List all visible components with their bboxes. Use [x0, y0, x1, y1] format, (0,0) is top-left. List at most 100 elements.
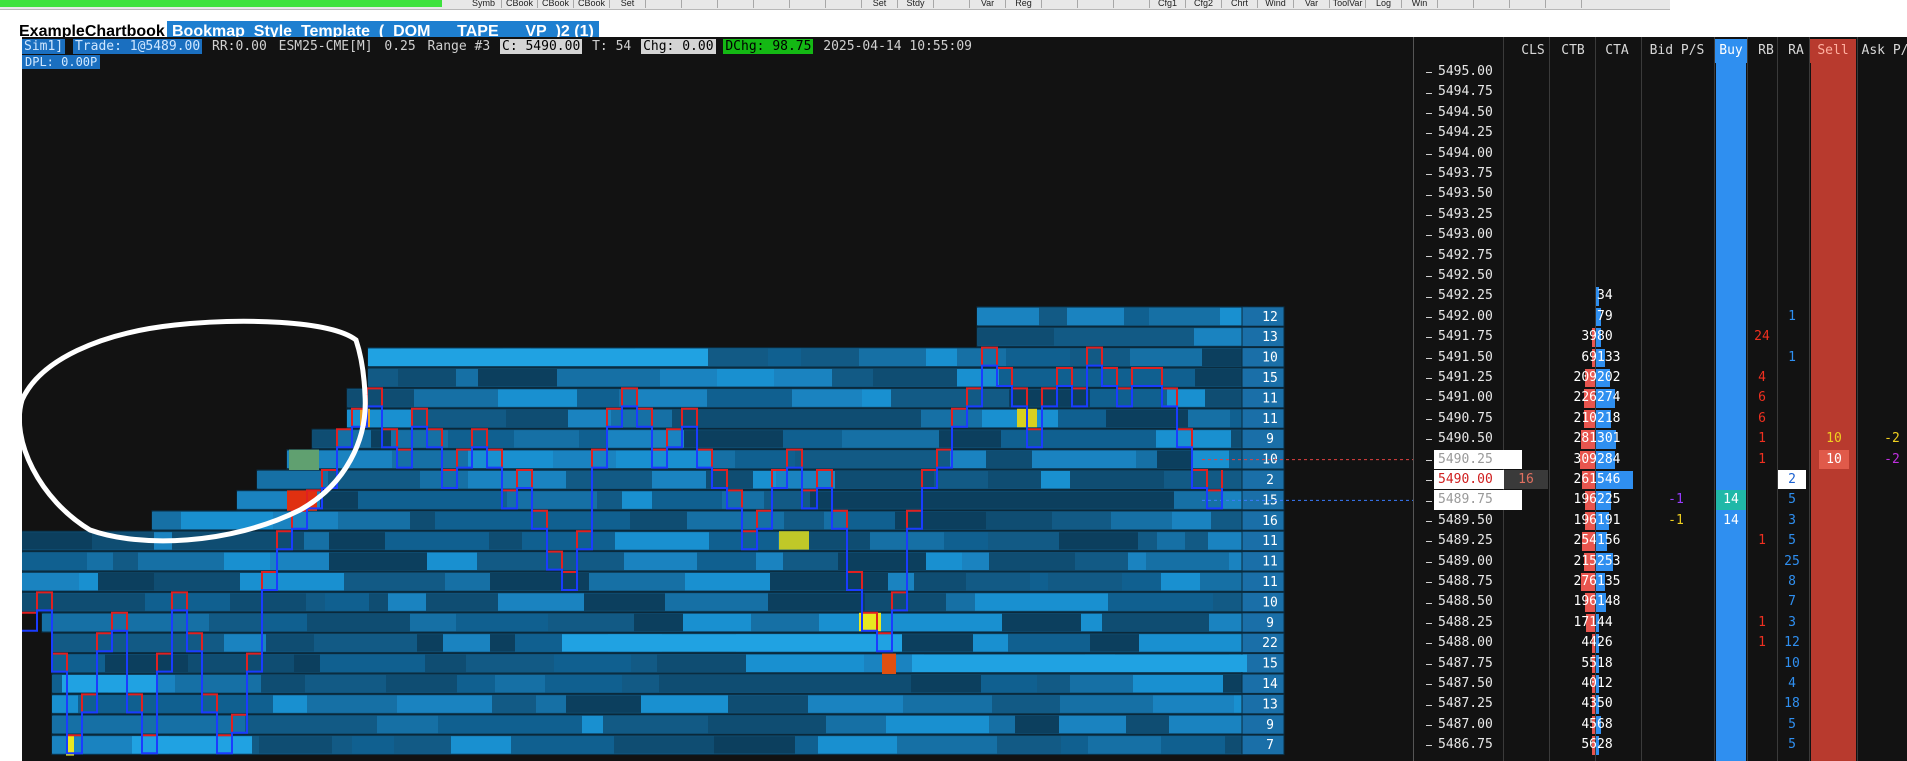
- toolbar-button-6[interactable]: [682, 0, 718, 8]
- ladder-price-cell[interactable]: 5493.75: [1434, 164, 1522, 183]
- header-rb[interactable]: RB: [1749, 39, 1783, 63]
- ladder-price-cell[interactable]: 5494.50: [1434, 103, 1522, 122]
- heatmap-cell: [209, 613, 261, 632]
- ladder-price-cell[interactable]: 5493.50: [1434, 184, 1522, 203]
- toolbar-button-3[interactable]: CBook: [574, 0, 610, 8]
- toolbar-button-28[interactable]: [1474, 0, 1510, 8]
- toolbar-button-16[interactable]: [1042, 0, 1078, 8]
- toolbar-button-17[interactable]: [1078, 0, 1114, 8]
- ladder-price-cell[interactable]: 5488.50: [1434, 592, 1522, 611]
- cta-value: 284: [1597, 451, 1621, 467]
- header-ctb[interactable]: CTB: [1553, 39, 1593, 63]
- toolbar-button-30[interactable]: [1546, 0, 1582, 8]
- ladder-price-cell[interactable]: 5488.75: [1434, 572, 1522, 591]
- toolbar-button-15[interactable]: Reg: [1006, 0, 1042, 8]
- header-ask-ps[interactable]: Ask P/: [1857, 39, 1907, 63]
- ladder-price-cell[interactable]: 5487.75: [1434, 654, 1522, 673]
- heatmap-cell: [456, 369, 478, 387]
- ladder-price-cell[interactable]: 5491.75: [1434, 327, 1522, 346]
- heatmap-cell: [1194, 328, 1247, 346]
- header-ra[interactable]: RA: [1779, 39, 1813, 63]
- ladder-price-cell[interactable]: 5488.00: [1434, 633, 1522, 652]
- ladder-price-cell[interactable]: 5492.25: [1434, 286, 1522, 305]
- toolbar-button-4[interactable]: Set: [610, 0, 646, 8]
- toolbar-button-22[interactable]: Wind: [1258, 0, 1294, 8]
- ladder-price-cell[interactable]: 5490.75: [1434, 409, 1522, 428]
- heatmap-cell: [259, 736, 332, 754]
- toolbar-button-5[interactable]: [646, 0, 682, 8]
- chart-info-bar: Sim1] Trade: 1@5489.00 RR:0.00 ESM25-CME…: [22, 39, 974, 54]
- toolbar-button-14[interactable]: Var: [970, 0, 1006, 8]
- level-label-box: [1241, 469, 1285, 490]
- toolbar-button-9[interactable]: [790, 0, 826, 8]
- ladder-price-cell[interactable]: 5493.00: [1434, 225, 1522, 244]
- sim-account-label: Sim1]: [22, 39, 66, 54]
- toolbar-button-8[interactable]: [754, 0, 790, 8]
- price-ladder[interactable]: CLS CTB CTA Bid P/S Buy RB RA Sell Ask P/5495.00…: [1413, 37, 1907, 761]
- toolbar-button-24[interactable]: ToolVar: [1330, 0, 1366, 8]
- ladder-price-cell[interactable]: 5489.50: [1434, 511, 1522, 530]
- ladder-price-cell[interactable]: 5492.75: [1434, 246, 1522, 265]
- toolbar-button-23[interactable]: Var: [1294, 0, 1330, 8]
- heatmap-cell: [410, 511, 435, 530]
- hotspot-green: [289, 449, 319, 470]
- ladder-price-cell[interactable]: 5494.00: [1434, 144, 1522, 163]
- toolbar-button-27[interactable]: [1438, 0, 1474, 8]
- heatmap-cell: [231, 532, 304, 550]
- ladder-price-cell[interactable]: 5487.00: [1434, 715, 1522, 734]
- toolbar-button-26[interactable]: Win: [1402, 0, 1438, 8]
- toolbar-button-18[interactable]: [1114, 0, 1150, 8]
- ladder-price-cell[interactable]: 5493.25: [1434, 205, 1522, 224]
- toolbar-button-7[interactable]: [718, 0, 754, 8]
- toolbar-button-19[interactable]: Cfg1: [1150, 0, 1186, 8]
- ra-value: 5: [1788, 492, 1796, 508]
- header-cls[interactable]: CLS: [1513, 39, 1553, 63]
- toolbar-button-0[interactable]: Symb: [466, 0, 502, 8]
- ladder-price-cell[interactable]: 5489.25: [1434, 531, 1522, 550]
- ra-value: 3: [1788, 614, 1796, 630]
- ladder-price-cell[interactable]: 5491.50: [1434, 348, 1522, 367]
- ladder-price-cell[interactable]: 5487.50: [1434, 674, 1522, 693]
- toolbar-button-2[interactable]: CBook: [538, 0, 574, 8]
- toolbar-button-11[interactable]: Set: [862, 0, 898, 8]
- ladder-price-cell[interactable]: 5487.25: [1434, 694, 1522, 713]
- heatmap-cell: [325, 593, 369, 611]
- ladder-price-cell[interactable]: 5492.50: [1434, 266, 1522, 285]
- price-tick-mark: [1426, 235, 1432, 237]
- heatmap-cell: [1058, 409, 1106, 428]
- heatmap-cell: [910, 491, 999, 509]
- toolbar-button-20[interactable]: Cfg2: [1186, 0, 1222, 8]
- toolbar-button-13[interactable]: [934, 0, 970, 8]
- toolbar-button-10[interactable]: [826, 0, 862, 8]
- toolbar-button-25[interactable]: Log: [1366, 0, 1402, 8]
- ladder-price-cell[interactable]: 5488.25: [1434, 613, 1522, 632]
- heatmap-cell: [498, 593, 538, 611]
- header-buy[interactable]: Buy: [1715, 39, 1747, 63]
- ladder-price-cell[interactable]: 5490.50: [1434, 429, 1522, 448]
- liquidity-band: [562, 634, 902, 652]
- ladder-price-cell[interactable]: 5494.75: [1434, 82, 1522, 101]
- ladder-price-cell[interactable]: 5489.75: [1434, 490, 1522, 510]
- heatmap-cell: [188, 654, 294, 672]
- ra-value: 8: [1788, 574, 1796, 589]
- ladder-price-cell[interactable]: 5491.25: [1434, 368, 1522, 387]
- toolbar-button-12[interactable]: Stdy: [898, 0, 934, 8]
- ladder-price-cell[interactable]: 5490.25: [1434, 449, 1522, 469]
- heatmap-cell: [175, 675, 261, 693]
- header-cta[interactable]: CTA: [1597, 39, 1637, 63]
- heatmap-chart-canvas[interactable]: 121310151111910215161111111092215141397: [22, 37, 1413, 761]
- cta-value: 301: [1597, 431, 1621, 447]
- header-bid-ps[interactable]: Bid P/S: [1641, 39, 1713, 63]
- ctb-value: 40: [1581, 676, 1597, 691]
- ladder-price-cell[interactable]: 5491.00: [1434, 388, 1522, 407]
- ladder-price-cell[interactable]: 5486.75: [1434, 735, 1522, 754]
- header-sell[interactable]: Sell: [1810, 39, 1856, 63]
- toolbar-button-29[interactable]: [1510, 0, 1546, 8]
- ladder-price-cell[interactable]: 5489.00: [1434, 552, 1522, 571]
- ladder-price-cell[interactable]: 5495.00: [1434, 62, 1522, 81]
- price-tick-mark: [1426, 378, 1432, 380]
- toolbar-button-21[interactable]: Chrt: [1222, 0, 1258, 8]
- ladder-price-cell[interactable]: 5494.25: [1434, 123, 1522, 142]
- toolbar-button-1[interactable]: CBook: [502, 0, 538, 8]
- ladder-price-cell[interactable]: 5492.00: [1434, 307, 1522, 326]
